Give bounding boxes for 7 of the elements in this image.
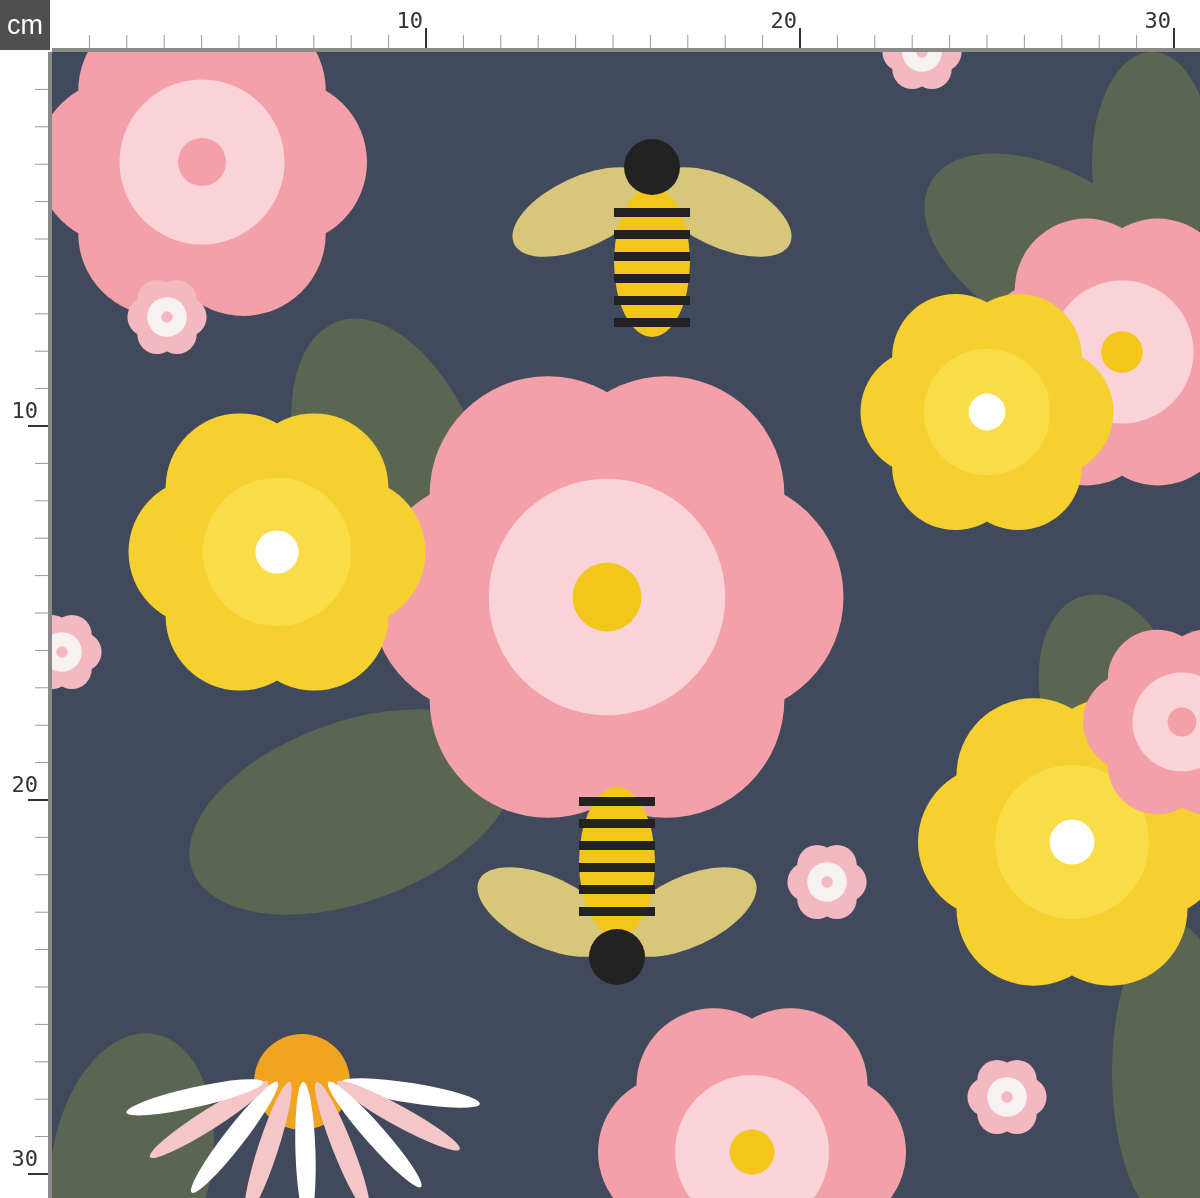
ruler-label: 10 [396, 8, 423, 33]
ruler-label: 30 [11, 1146, 38, 1171]
unit-label: cm [0, 0, 50, 50]
ruler-label: 20 [770, 8, 797, 33]
ruler-label: 10 [11, 398, 38, 423]
ruler-label: 30 [1144, 8, 1171, 33]
ruler-label: 20 [11, 772, 38, 797]
